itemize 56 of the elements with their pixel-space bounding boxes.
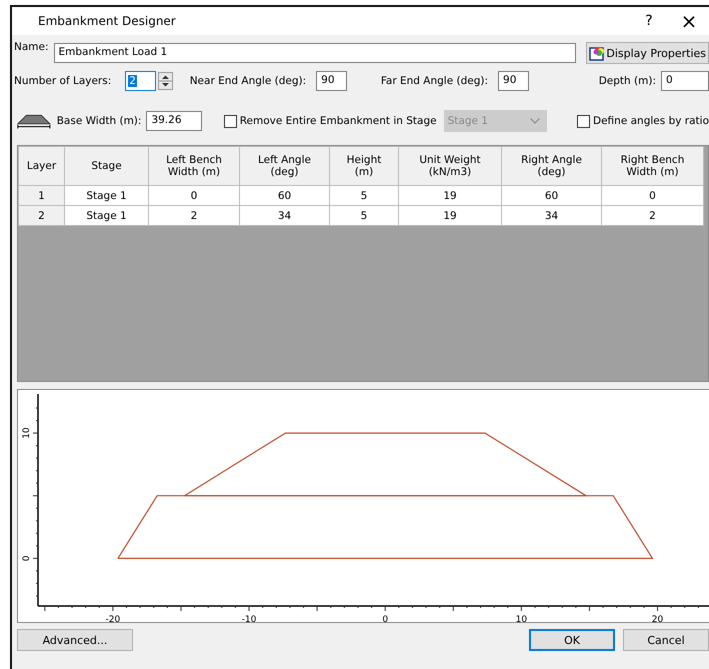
depth-label: Depth (m): (598, 75, 656, 87)
column-header: Unit Weight (kN/m3) (398, 146, 502, 186)
near-end-angle-field[interactable]: 90 (316, 71, 347, 91)
spinner-arrows-icon[interactable] (158, 72, 173, 90)
table-cell[interactable]: 34 (502, 206, 602, 226)
x-tick-label: -20 (106, 615, 120, 622)
y-tick-label: 10 (22, 427, 32, 439)
depth-field[interactable]: 0 (661, 71, 709, 91)
table-cell[interactable]: 19 (398, 186, 502, 206)
table-cell[interactable]: 19 (398, 206, 502, 226)
name-field[interactable]: Embankment Load 1 (54, 43, 576, 63)
table-cell[interactable]: 60 (502, 186, 602, 206)
remove-embankment-checkbox[interactable] (224, 114, 237, 128)
advanced-button[interactable]: Advanced... (17, 629, 133, 651)
x-tick-label: 10 (516, 615, 528, 622)
table-cell[interactable]: 0 (602, 186, 704, 206)
table-cell[interactable]: 0 (148, 186, 240, 206)
table-cell[interactable]: 2 (602, 206, 704, 226)
column-header: Right Bench Width (m) (602, 146, 704, 186)
palette-icon (589, 45, 606, 61)
column-header: Right Angle (deg) (502, 146, 602, 186)
far-end-angle-label: Far End Angle (deg): (380, 75, 488, 87)
y-tick-label: 0 (22, 556, 32, 562)
x-tick-label: -10 (242, 615, 256, 622)
x-tick-label: 0 (382, 615, 388, 622)
define-angles-label: Define angles by ratio (593, 115, 709, 127)
table-cell[interactable]: 5 (330, 186, 398, 206)
base-width-field[interactable]: 39.26 (146, 111, 202, 131)
cancel-button[interactable]: Cancel (623, 629, 709, 651)
base-width-label: Base Width (m): (56, 115, 142, 127)
column-header: Height (m) (330, 146, 398, 186)
number-of-layers-label: Number of Layers: (14, 75, 112, 87)
window-title: Embankment Designer (38, 14, 177, 28)
table-cell[interactable]: 2 (18, 206, 64, 226)
table-cell[interactable]: Stage 1 (64, 186, 148, 206)
name-label: Name: (14, 41, 49, 53)
define-angles-checkbox[interactable] (577, 114, 590, 128)
close-button[interactable]: × (669, 9, 709, 33)
column-header: Left Bench Width (m) (148, 146, 240, 186)
x-tick-label: 20 (652, 615, 664, 622)
table-cell[interactable]: 34 (240, 206, 330, 226)
ok-button[interactable]: OK (529, 629, 615, 651)
help-button[interactable]: ? (629, 13, 669, 29)
table-cell[interactable]: Stage 1 (64, 206, 148, 226)
chevron-down-icon (530, 118, 540, 124)
table-cell[interactable]: 1 (18, 186, 64, 206)
column-header: Stage (64, 146, 148, 186)
table-cell[interactable]: 2 (148, 206, 240, 226)
column-header: Left Angle (deg) (240, 146, 330, 186)
table-cell[interactable]: 5 (330, 206, 398, 226)
display-properties-button[interactable]: Display Properties (586, 42, 709, 64)
near-end-angle-label: Near End Angle (deg): (190, 75, 306, 87)
far-end-angle-field[interactable]: 90 (498, 71, 529, 91)
column-header: Layer (18, 146, 64, 186)
remove-embankment-label: Remove Entire Embankment in Stage (240, 115, 437, 127)
table-cell[interactable]: 60 (240, 186, 330, 206)
